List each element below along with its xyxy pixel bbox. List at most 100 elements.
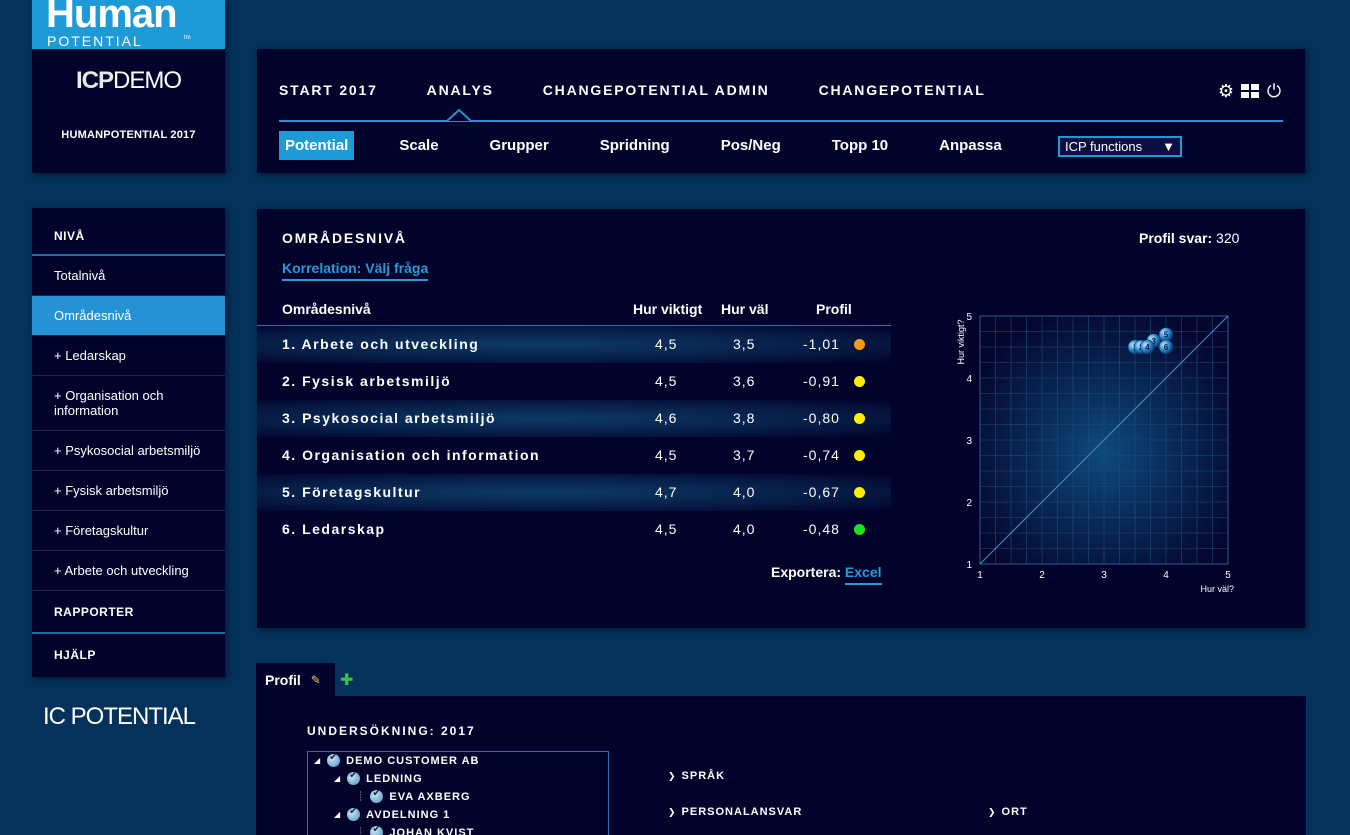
table-row[interactable]: 2. Fysisk arbetsmiljö 4,5 3,6 -0,91 [257,363,891,400]
row-val: 4,0 [733,521,756,537]
sidebar-section-hjalp[interactable]: HJÄLP [32,634,225,677]
sidebar-item-foretagskultur[interactable]: + Företagskultur [32,511,225,551]
tree-node[interactable]: ┊ JOHAN KVIST [358,824,474,835]
settings-gear-icon[interactable]: ⚙ [1217,82,1235,100]
status-dot [854,450,865,461]
power-logout-icon[interactable]: ⏻ [1265,82,1283,100]
row-viktigt: 4,5 [655,447,678,463]
x-tick-label: 3 [1101,570,1107,581]
col-hur-viktigt[interactable]: Hur viktigt [633,301,702,317]
nav-analys[interactable]: ANALYS [427,82,494,98]
logo-sub: POTENTIAL [47,33,143,49]
humanpotential-logo[interactable]: Human POTENTIAL tm [32,0,225,49]
ic-potential-logo: IC POTENTIAL [43,703,196,730]
tree-connector-icon: ┊ [358,827,365,835]
row-val: 3,8 [733,410,756,426]
tree-connector-icon: ┊ [358,791,365,801]
tree-node[interactable]: ┊ EVA AXBERG [358,788,471,803]
logo-word: Human [46,0,178,36]
option-personalansvar[interactable]: ❯ PERSONALANSVAR [668,806,802,818]
row-viktigt: 4,5 [655,373,678,389]
row-profil: -0,91 [803,373,840,389]
status-dot [854,487,865,498]
org-tree: ◢ DEMO CUSTOMER AB ◢ LEDNING ┊ EVA AXBER… [307,751,609,835]
table-row[interactable]: 1. Arbete och utveckling 4,5 3,5 -1,01 [257,326,891,363]
active-nav-caret [447,109,471,121]
checked-icon[interactable] [347,806,361,821]
tree-node-label: AVDELNING 1 [366,808,451,821]
row-profil: -0,67 [803,484,840,500]
subnav-spridning[interactable]: Spridning [594,131,676,160]
sidebar-item-omradesniva[interactable]: Områdesnivå [32,296,225,336]
sidebar-item-arbete[interactable]: + Arbete och utveckling [32,551,225,591]
expand-toggle-icon[interactable]: ◢ [314,756,321,765]
checked-icon[interactable] [327,752,341,767]
select-value: ICP functions [1065,139,1143,154]
edit-pencil-icon[interactable]: ✎ [311,673,321,687]
checked-icon[interactable] [370,788,384,803]
row-val: 3,7 [733,447,756,463]
data-point-label: 4 [1145,343,1150,352]
tree-node-label: LEDNING [366,772,423,785]
nav-changepotential-admin[interactable]: CHANGEPOTENTIAL ADMIN [543,82,770,98]
korrelation-link[interactable]: Korrelation: Välj fråga [282,260,429,281]
table-row[interactable]: 4. Organisation och information 4,5 3,7 … [257,437,891,474]
sidebar-item-fysisk[interactable]: + Fysisk arbetsmiljö [32,471,225,511]
expand-toggle-icon[interactable]: ◢ [334,810,341,819]
table-row[interactable]: 6. Ledarskap 4,5 4,0 -0,48 [257,511,891,548]
sidebar-section-rapporter[interactable]: RAPPORTER [32,591,225,634]
x-tick-label: 4 [1163,570,1169,581]
subnav-potential[interactable]: Potential [279,131,355,160]
col-hur-val[interactable]: Hur väl [721,301,768,317]
export-excel-link[interactable]: Excel [844,564,882,585]
add-tab-plus-icon[interactable]: ✚ [340,670,353,690]
y-tick-label: 5 [966,312,972,323]
row-name: 4. Organisation och information [282,447,541,463]
row-viktigt: 4,7 [655,484,678,500]
table-header: Områdesnivå Hur viktigt Hur väl Profil [257,301,891,326]
icp-functions-select[interactable]: ICP functions ▼ [1058,136,1182,157]
nav-underline [279,120,1283,122]
checked-icon[interactable] [347,770,361,785]
chevron-right-icon: ❯ [668,771,677,781]
subnav-posneg[interactable]: Pos/Neg [715,131,787,160]
col-profil[interactable]: Profil [816,301,852,317]
tab-profil[interactable]: Profil ✎ [256,663,335,696]
subnav-grupper[interactable]: Grupper [484,131,555,160]
y-tick-label: 3 [966,436,972,447]
col-omradesniva[interactable]: Områdesnivå [282,301,371,317]
sidebar: NIVÅ Totalnivå Områdesnivå + Ledarskap +… [32,208,225,677]
omradesniva-panel: OMRÅDESNIVÅ Profil svar: 320 Korrelation… [257,209,1305,628]
y-axis-label: Hur viktigt? [956,319,966,364]
sidebar-item-totalniva[interactable]: Totalnivå [32,256,225,296]
sidebar-item-psykosocial[interactable]: + Psykosocial arbetsmiljö [32,431,225,471]
status-dot [854,524,865,535]
row-viktigt: 4,5 [655,336,678,352]
tree-node[interactable]: ◢ LEDNING [334,770,423,785]
y-tick-label: 1 [966,560,972,571]
tree-node[interactable]: ◢ DEMO CUSTOMER AB [314,752,480,767]
nav-changepotential[interactable]: CHANGEPOTENTIAL [819,82,986,98]
expand-toggle-icon[interactable]: ◢ [334,774,341,783]
layout-grid-icon[interactable] [1241,82,1259,100]
sidebar-item-ledarskap[interactable]: + Ledarskap [32,336,225,376]
subnav-anpassa[interactable]: Anpassa [933,131,1008,160]
table-row[interactable]: 5. Företagskultur 4,7 4,0 -0,67 [257,474,891,511]
row-profil: -1,01 [803,336,840,352]
subnav-scale[interactable]: Scale [393,131,444,160]
sidebar-item-organisation[interactable]: + Organisation och information [32,376,225,431]
nav-start[interactable]: START 2017 [279,82,378,98]
option-ort[interactable]: ❯ ORT [988,806,1028,818]
row-val: 3,5 [733,336,756,352]
row-profil: -0,80 [803,410,840,426]
data-point-label: 5 [1164,331,1169,340]
option-sprak[interactable]: ❯ SPRÅK [668,770,725,782]
x-tick-label: 1 [977,570,983,581]
status-dot [854,339,865,350]
table-row[interactable]: 3. Psykosocial arbetsmiljö 4,6 3,8 -0,80 [257,400,891,437]
subnav-topp10[interactable]: Topp 10 [826,131,894,160]
chevron-right-icon: ❯ [668,807,677,817]
checked-icon[interactable] [370,824,384,835]
row-profil: -0,48 [803,521,840,537]
tree-node[interactable]: ◢ AVDELNING 1 [334,806,451,821]
